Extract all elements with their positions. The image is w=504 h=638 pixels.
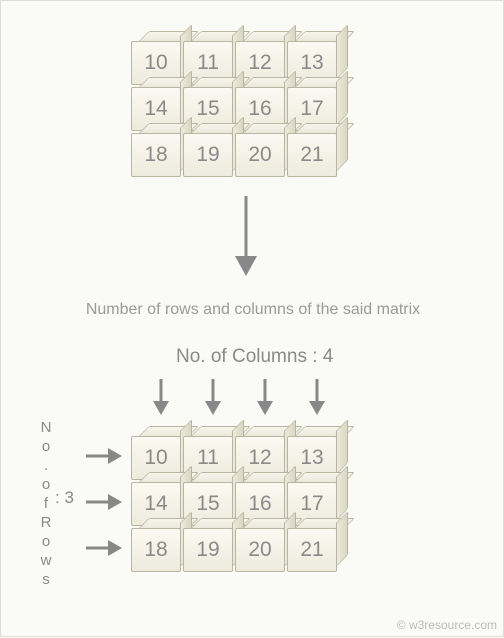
cell-value: 19 [183, 528, 233, 572]
rows-label-char: . [39, 456, 53, 475]
cell: 19 [183, 528, 233, 572]
arrow-right-icon [86, 446, 122, 466]
arrow-right-icon [86, 538, 122, 558]
cell: 18 [131, 133, 181, 177]
cell: 20 [235, 133, 285, 177]
rows-label-char: o [39, 532, 53, 551]
rows-label-char: N [39, 418, 53, 437]
arrow-down-icon [151, 379, 171, 415]
arrow-right-icon [86, 492, 122, 512]
rows-label-char: f [39, 494, 53, 513]
matrix-bottom: 10 11 12 13 14 15 16 17 18 19 20 21 [131, 436, 337, 572]
rows-label: N o . o f R o w s [39, 418, 53, 589]
matrix-top: 10 11 12 13 14 15 16 17 18 19 20 21 [131, 41, 337, 177]
cell-value: 18 [131, 133, 181, 177]
copyright-text: © w3resource.com [397, 618, 497, 632]
cell: 19 [183, 133, 233, 177]
arrow-down-icon [203, 379, 223, 415]
table-row: 18 19 20 21 [131, 133, 337, 177]
columns-label: No. of Columns : 4 [176, 346, 333, 368]
caption-text: Number of rows and columns of the said m… [1, 301, 504, 319]
cell-value: 19 [183, 133, 233, 177]
rows-label-char: o [39, 437, 53, 456]
cell: 21 [287, 133, 337, 177]
rows-label-char: o [39, 475, 53, 494]
arrow-down-icon [231, 196, 261, 276]
cell: 20 [235, 528, 285, 572]
rows-label-char: s [39, 570, 53, 589]
diagram-canvas: 10 11 12 13 14 15 16 17 18 19 20 21 Numb… [1, 1, 504, 638]
arrow-down-icon [307, 379, 327, 415]
cell-value: 21 [287, 133, 337, 177]
cell-value: 21 [287, 528, 337, 572]
table-row: 18 19 20 21 [131, 528, 337, 572]
cell: 18 [131, 528, 181, 572]
rows-count-value: : 3 [55, 488, 74, 508]
cell-value: 20 [235, 528, 285, 572]
rows-label-char: w [39, 551, 53, 570]
cell-value: 20 [235, 133, 285, 177]
cell-value: 18 [131, 528, 181, 572]
rows-label-char: R [39, 513, 53, 532]
arrow-down-icon [255, 379, 275, 415]
cell: 21 [287, 528, 337, 572]
